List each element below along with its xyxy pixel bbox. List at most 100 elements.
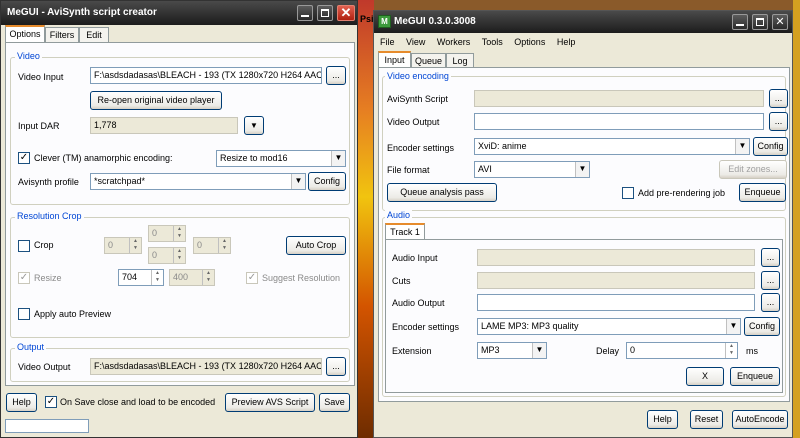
audio-group-title: Audio [385, 210, 413, 220]
right-help-button[interactable]: Help [647, 410, 678, 429]
apply-auto-preview-checkbox[interactable] [18, 308, 30, 320]
chevron-down-icon: ▼ [735, 139, 749, 154]
checkmark-icon: ✓ [247, 272, 257, 283]
menu-tools[interactable]: Tools [482, 37, 503, 47]
menu-view[interactable]: View [406, 37, 425, 47]
close-icon[interactable]: ✕ [337, 5, 355, 21]
delay-label: Delay [596, 346, 620, 356]
video-input-field[interactable]: F:\asdsdadasas\BLEACH - 193 (TX 1280x720… [90, 67, 322, 84]
delay-field[interactable]: 0 ▲ ▼ [626, 342, 738, 359]
right-title-bar[interactable]: MeGUI 0.3.0.3008 [374, 11, 792, 33]
menu-options[interactable]: Options [514, 37, 545, 47]
maximize-icon[interactable] [752, 14, 768, 30]
tab-log[interactable]: Log [446, 53, 474, 68]
avisynth-script-browse-button[interactable]: ... [769, 89, 788, 108]
track-panel: Audio Input ... Cuts ... Audio Output ..… [385, 239, 783, 393]
input-dar-dropdown-button[interactable]: ▼ [244, 116, 264, 135]
crop-label: Crop [34, 240, 54, 250]
tab-queue[interactable]: Queue [411, 53, 446, 68]
auto-crop-button[interactable]: Auto Crop [286, 236, 346, 255]
avisynth-config-button[interactable]: Config [308, 172, 346, 191]
video-output-browse-button[interactable]: ... [769, 112, 788, 131]
add-prerender-checkbox[interactable] [622, 187, 634, 199]
audio-output-field[interactable] [477, 294, 755, 311]
checkmark-icon: ✓ [46, 396, 56, 407]
reset-button[interactable]: Reset [690, 410, 723, 429]
cuts-browse-button[interactable]: ... [761, 271, 780, 290]
video-encoding-title: Video encoding [385, 71, 451, 81]
audio-output-browse-button[interactable]: ... [761, 293, 780, 312]
chevron-down-icon: ▼ [291, 174, 305, 189]
minimize-icon[interactable] [732, 14, 748, 30]
add-prerender-label: Add pre-rendering job [638, 188, 726, 198]
reopen-video-player-button[interactable]: Re-open original video player [90, 91, 222, 110]
on-save-close-checkbox[interactable]: ✓ [45, 396, 57, 408]
input-panel: Video encoding AviSynth Script ... Video… [378, 67, 790, 402]
cuts-field[interactable] [477, 272, 755, 289]
tab-track-1[interactable]: Track 1 [385, 223, 425, 240]
chevron-down-icon: ▼ [575, 162, 589, 177]
desktop-background [358, 0, 374, 438]
audio-input-label: Audio Input [392, 253, 438, 263]
audio-encoder-select[interactable]: LAME MP3: MP3 quality ▼ [477, 318, 741, 335]
menu-workers[interactable]: Workers [437, 37, 470, 47]
input-dar-label: Input DAR [18, 121, 60, 131]
clever-anamorphic-checkbox[interactable]: ✓ [18, 152, 30, 164]
background-text: Psi [360, 14, 374, 24]
audio-input-browse-button[interactable]: ... [761, 248, 780, 267]
tab-options[interactable]: Options [5, 25, 45, 42]
chevron-down-icon: ▼ [726, 319, 740, 334]
resize-width-field[interactable]: 704 ▲ ▼ [118, 269, 164, 286]
suggest-resolution-checkbox[interactable]: ✓ [246, 272, 258, 284]
video-input-label: Video Input [18, 72, 64, 82]
video-output-browse-button[interactable]: ... [326, 357, 346, 376]
crop-checkbox[interactable] [18, 240, 30, 252]
right-window-title: MeGUI 0.3.0.3008 [394, 16, 476, 27]
video-input-browse-button[interactable]: ... [326, 66, 346, 85]
avisynth-profile-select[interactable]: *scratchpad* ▼ [90, 173, 306, 190]
autoencode-button[interactable]: AutoEncode [732, 410, 788, 429]
tab-filters[interactable]: Filters [45, 27, 79, 42]
audio-enqueue-button[interactable]: Enqueue [730, 367, 780, 386]
spinner-icon: ▲ ▼ [218, 238, 230, 253]
crop-top-field[interactable]: 0 ▲ ▼ [148, 225, 186, 242]
close-icon[interactable]: ✕ [772, 14, 788, 30]
video-output-field[interactable]: F:\asdsdadasas\BLEACH - 193 (TX 1280x720… [90, 358, 322, 375]
video-config-button[interactable]: Config [753, 137, 788, 156]
audio-clear-button[interactable]: X [686, 367, 724, 386]
extension-select[interactable]: MP3 ▼ [477, 342, 547, 359]
resize-checkbox[interactable]: ✓ [18, 272, 30, 284]
menu-file[interactable]: File [380, 37, 395, 47]
output-group-title: Output [15, 342, 47, 352]
preview-avs-button[interactable]: Preview AVS Script [225, 393, 315, 412]
crop-bottom-field[interactable]: 0 ▲ ▼ [148, 247, 186, 264]
crop-right-field[interactable]: 0 ▲ ▼ [193, 237, 231, 254]
input-dar-field[interactable]: 1,778 [90, 117, 238, 134]
queue-analysis-button[interactable]: Queue analysis pass [387, 183, 497, 202]
tab-input[interactable]: Input [378, 51, 411, 68]
menu-help[interactable]: Help [557, 37, 576, 47]
video-encoder-select[interactable]: XviD: anime ▼ [474, 138, 750, 155]
minimize-icon[interactable] [297, 5, 313, 21]
file-format-label: File format [387, 165, 430, 175]
apply-auto-preview-label: Apply auto Preview [34, 309, 112, 319]
file-format-select[interactable]: AVI ▼ [474, 161, 590, 178]
tab-edit[interactable]: Edit [79, 27, 109, 42]
video-output-field[interactable] [474, 113, 764, 130]
audio-input-field[interactable] [477, 249, 755, 266]
resize-height-field[interactable]: 400 ▲ ▼ [169, 269, 215, 286]
audio-output-label: Audio Output [392, 298, 445, 308]
avisynth-script-field[interactable] [474, 90, 764, 107]
checkmark-icon: ✓ [19, 152, 29, 163]
cuts-label: Cuts [392, 276, 411, 286]
megui-main-window: MeGUI 0.3.0.3008 M ✕ File View Workers T… [373, 10, 793, 438]
resize-mode-select[interactable]: Resize to mod16 ▼ [216, 150, 346, 167]
edit-zones-button[interactable]: Edit zones... [719, 160, 787, 179]
left-help-button[interactable]: Help [6, 393, 37, 412]
on-save-close-label: On Save close and load to be encoded [60, 397, 216, 407]
audio-config-button[interactable]: Config [744, 317, 780, 336]
video-enqueue-button[interactable]: Enqueue [739, 183, 786, 202]
save-button[interactable]: Save [319, 393, 350, 412]
crop-left-field[interactable]: 0 ▲ ▼ [104, 237, 142, 254]
maximize-icon[interactable] [317, 5, 333, 21]
